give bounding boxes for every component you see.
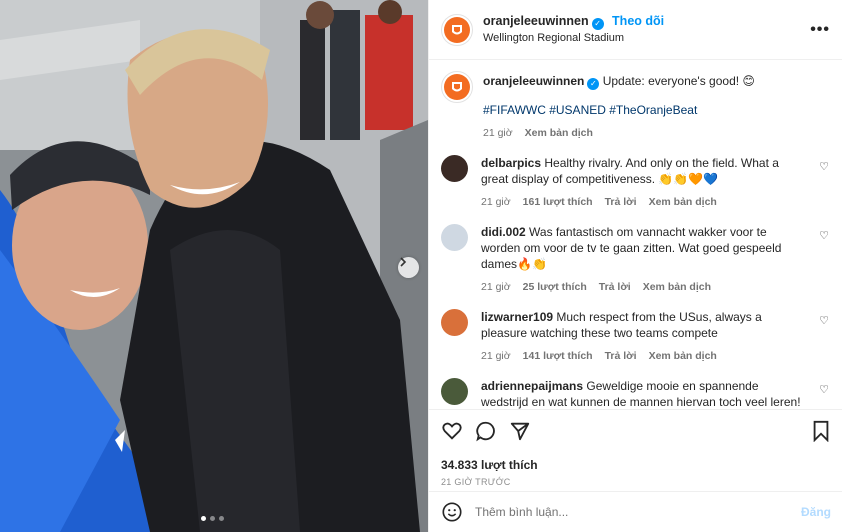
comment-item: lizwarner109 Much respect from the USus,… xyxy=(441,309,829,364)
carousel-dot xyxy=(210,516,215,521)
comment-like-heart-icon[interactable]: ♡ xyxy=(819,160,829,210)
comment-item: didi.002 Was fantastisch om vannacht wak… xyxy=(441,224,829,295)
translate-link[interactable]: Xem bản dịch xyxy=(649,194,717,210)
verified-icon: ✓ xyxy=(587,78,600,90)
like-count[interactable]: 34.833 lượt thích xyxy=(441,458,831,472)
caption-text: Update: everyone's good! 😊 xyxy=(602,74,755,88)
comment-input[interactable] xyxy=(475,505,801,519)
lion-crest-icon xyxy=(452,24,462,34)
reply-button[interactable]: Trả lời xyxy=(599,279,631,295)
comment-time: 21 giờ xyxy=(481,196,511,208)
caption-time: 21 giờ xyxy=(483,127,513,139)
comment-item: delbarpics Healthy rivalry. And only on … xyxy=(441,155,829,210)
share-send-icon[interactable] xyxy=(509,420,531,442)
comment-likes[interactable]: 161 lượt thích xyxy=(523,194,593,210)
comment-likes[interactable]: 141 lượt thích xyxy=(523,348,593,364)
post-header: oranjeleeuwinnen ✓ Theo dõi Wellington Re… xyxy=(429,0,842,60)
chevron-right-icon xyxy=(400,257,407,267)
commenter-avatar[interactable] xyxy=(441,224,468,251)
post-time: 21 GIỜ TRƯỚC xyxy=(441,477,511,487)
commenter-avatar[interactable] xyxy=(441,309,468,336)
comment-time: 21 giờ xyxy=(481,281,511,293)
reply-button[interactable]: Trả lời xyxy=(605,194,637,210)
carousel-dot xyxy=(219,516,224,521)
verified-icon: ✓ xyxy=(591,18,604,30)
carousel-dots xyxy=(201,516,224,521)
save-bookmark-icon[interactable] xyxy=(811,420,831,442)
commenter-avatar[interactable] xyxy=(441,155,468,182)
comment-like-heart-icon[interactable]: ♡ xyxy=(819,314,829,364)
comment-time: 21 giờ xyxy=(481,350,511,362)
caption-hashtags[interactable]: #FIFAWWC #USANED #TheOranjeBeat xyxy=(483,102,813,118)
post-comment-button[interactable]: Đăng xyxy=(801,505,831,519)
account-username[interactable]: oranjeleeuwinnen xyxy=(483,14,589,28)
post-actions: 34.833 lượt thích 21 GIỜ TRƯỚC xyxy=(429,409,842,487)
commenter-avatar[interactable] xyxy=(441,378,468,405)
next-image-button[interactable] xyxy=(398,257,419,278)
comment-like-heart-icon[interactable]: ♡ xyxy=(819,383,829,409)
emoji-icon[interactable] xyxy=(441,501,463,523)
carousel-dot xyxy=(201,516,206,521)
selfie-image xyxy=(0,0,428,532)
translate-link[interactable]: Xem bản dịch xyxy=(643,279,711,295)
comments-list[interactable]: oranjeleeuwinnen ✓ Update: everyone's goo… xyxy=(429,61,842,409)
comment-username[interactable]: lizwarner109 xyxy=(481,310,553,324)
lion-crest-icon xyxy=(452,82,462,92)
comment-composer: Đăng xyxy=(429,491,842,532)
comment-like-heart-icon[interactable]: ♡ xyxy=(819,229,829,295)
reply-button[interactable]: Trả lời xyxy=(605,348,637,364)
comment-username[interactable]: didi.002 xyxy=(481,225,526,239)
post-photo[interactable] xyxy=(0,0,428,532)
follow-button[interactable]: Theo dõi xyxy=(612,14,664,28)
comment-username[interactable]: delbarpics xyxy=(481,156,541,170)
caption-avatar[interactable] xyxy=(441,71,473,103)
comment-item: adriennepaijmans Geweldige mooie en span… xyxy=(441,378,829,409)
account-avatar[interactable] xyxy=(441,13,473,46)
caption-username[interactable]: oranjeleeuwinnen xyxy=(483,74,584,88)
post-side-panel: oranjeleeuwinnen ✓ Theo dõi Wellington Re… xyxy=(428,0,842,532)
caption: oranjeleeuwinnen ✓ Update: everyone's goo… xyxy=(441,71,829,141)
comment-text: Was fantastisch om vannacht wakker voor … xyxy=(481,225,782,271)
post-location[interactable]: Wellington Regional Stadium xyxy=(483,30,810,46)
like-heart-icon[interactable] xyxy=(441,420,463,442)
comment-bubble-icon[interactable] xyxy=(475,420,497,442)
comment-likes[interactable]: 25 lượt thích xyxy=(523,279,587,295)
translate-link[interactable]: Xem bản dịch xyxy=(649,348,717,364)
caption-translate-link[interactable]: Xem bản dịch xyxy=(525,125,593,141)
comment-username[interactable]: adriennepaijmans xyxy=(481,379,583,393)
more-options-icon[interactable]: ••• xyxy=(810,21,830,39)
